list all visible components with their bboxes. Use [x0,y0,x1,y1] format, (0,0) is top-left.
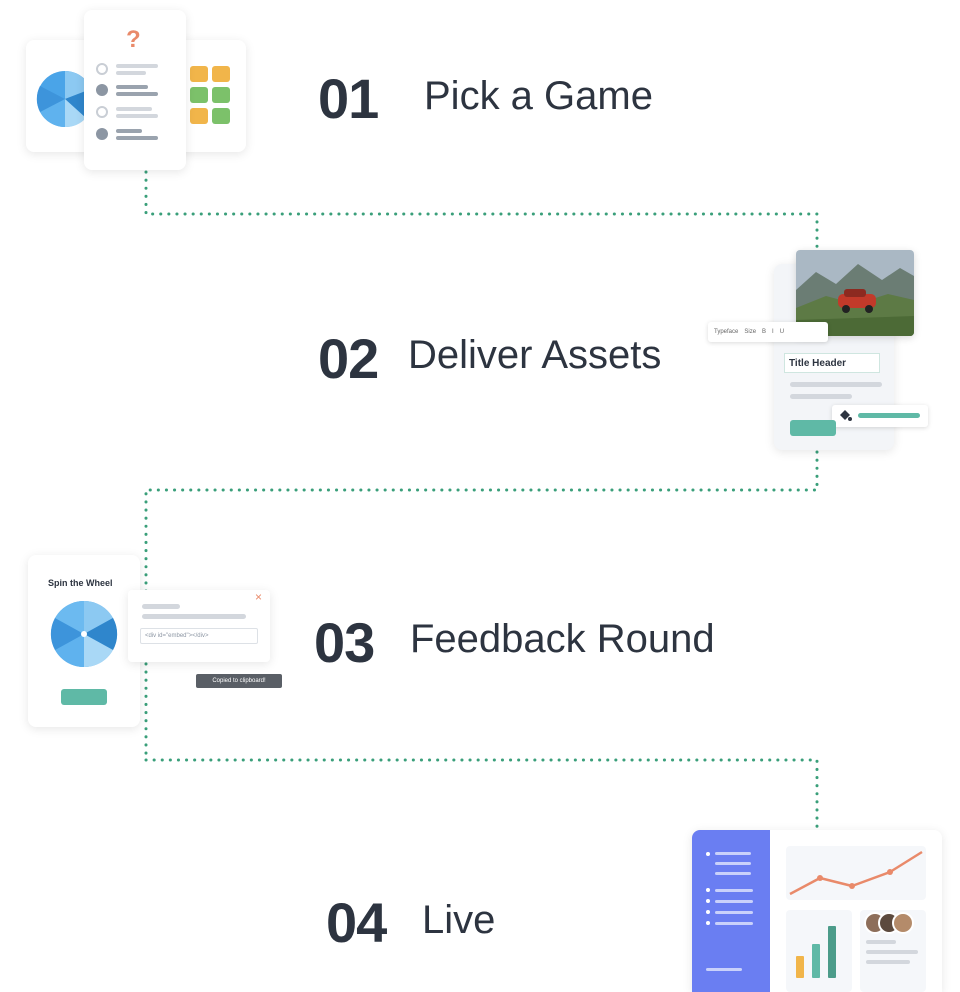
toolbar-typeface[interactable]: Typeface [714,329,738,335]
grid-cell [190,108,208,124]
quiz-option [96,63,108,75]
quiz-option [96,106,108,118]
step-number: 04 [326,891,387,954]
quiz-option [96,84,108,96]
step-number: 02 [318,327,379,390]
toolbar-italic[interactable]: I [772,329,774,335]
question-icon: ? [126,26,141,53]
paint-bucket-icon [840,410,852,421]
close-icon[interactable]: × [255,590,262,604]
asset-submit-button[interactable] [790,420,836,436]
embed-popup [128,590,270,662]
text-toolbar: Typeface Size B I U [708,322,828,342]
copied-toast: Copied to clipboard! [196,674,282,688]
step-number: 03 [314,611,375,674]
grid-cell [190,66,208,82]
embed-code-field[interactable]: <div id="embed"></div> [140,628,258,644]
toolbar-size[interactable]: Size [744,329,756,335]
grid-cell [190,87,208,103]
step-title: Feedback Round [410,617,715,661]
grid-cell [212,87,230,103]
quiz-option [96,128,108,140]
line-chart-icon [789,850,923,896]
toolbar-underline[interactable]: U [780,329,784,335]
step-number: 01 [318,67,379,130]
color-slider[interactable] [858,413,920,418]
toolbar-bold[interactable]: B [762,329,766,335]
grid-cell [212,108,230,124]
grid-cell [212,66,230,82]
wheel-title: Spin the Wheel [48,578,113,588]
step-title: Pick a Game [424,74,653,118]
spin-button[interactable] [61,689,107,705]
pie-wheel-icon[interactable] [50,600,118,668]
title-header-field[interactable]: Title Header [784,353,880,373]
step-title: Deliver Assets [408,333,662,377]
step-title: Live [422,898,496,942]
